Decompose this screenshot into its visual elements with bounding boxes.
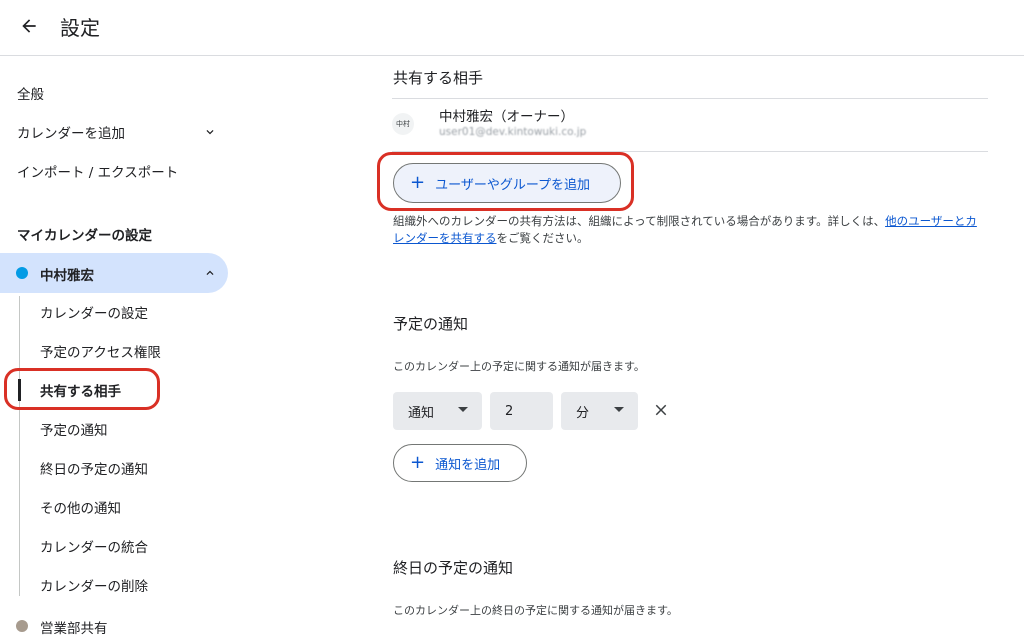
sidebar-item-import-export[interactable]: インポート / エクスポート	[17, 161, 178, 181]
add-user-label: ユーザーやグループを追加	[435, 177, 591, 193]
share-info-text: 組織外へのカレンダーの共有方法は、組織によって制限されている場合があります。詳し…	[393, 213, 988, 247]
event-notifications-title: 予定の通知	[393, 315, 469, 333]
calendar-name: 営業部共有	[40, 621, 108, 637]
chevron-down-icon[interactable]	[203, 125, 217, 139]
my-calendars-heading: マイカレンダーの設定	[17, 228, 152, 244]
notification-type-value: 通知	[408, 405, 435, 421]
active-indicator	[18, 379, 21, 401]
allday-notifications-title: 終日の予定の通知	[393, 559, 514, 577]
share-info-suffix: をご覧ください。	[496, 231, 589, 245]
calendar-name: 中村雅宏	[40, 268, 94, 284]
chevron-up-icon[interactable]	[203, 266, 217, 280]
add-user-or-group-button[interactable]: + ユーザーやグループを追加	[393, 163, 621, 203]
allday-notifications-description: このカレンダー上の終日の予定に関する通知が届きます。	[393, 604, 678, 617]
sidebar-sub-access-permissions[interactable]: 予定のアクセス権限	[40, 341, 161, 361]
notification-unit-value: 分	[576, 405, 590, 421]
dropdown-caret-icon	[458, 407, 468, 412]
divider	[392, 151, 988, 152]
tree-line	[19, 296, 20, 596]
close-icon[interactable]	[652, 401, 670, 419]
settings-sidebar: 全般 カレンダーを追加 インポート / エクスポート マイカレンダーの設定 中村…	[0, 57, 240, 640]
sidebar-item-general[interactable]: 全般	[17, 83, 44, 103]
member-name: 中村雅宏（オーナー）	[439, 109, 574, 125]
dropdown-caret-icon	[614, 407, 624, 412]
sidebar-sub-integrate-calendar[interactable]: カレンダーの統合	[40, 536, 148, 556]
member-email: user01@dev.kintowuki.co.jp	[439, 126, 587, 138]
plus-icon: +	[410, 452, 426, 473]
sidebar-sub-other-notifications[interactable]: その他の通知	[40, 497, 121, 517]
notification-amount-value: 2	[505, 403, 514, 419]
sidebar-calendar-nakamura[interactable]: 中村雅宏	[0, 253, 228, 293]
sidebar-sub-calendar-settings[interactable]: カレンダーの設定	[40, 302, 148, 322]
add-notification-label: 通知を追加	[435, 457, 501, 473]
settings-header: 設定	[0, 0, 1024, 56]
divider	[392, 98, 988, 99]
notification-unit-select[interactable]: 分	[561, 392, 638, 430]
sidebar-sub-allday-notifications[interactable]: 終日の予定の通知	[40, 458, 148, 478]
sidebar-item-add-calendar[interactable]: カレンダーを追加	[17, 122, 125, 142]
share-info-prefix: 組織外へのカレンダーの共有方法は、組織によって制限されている場合があります。詳し…	[393, 214, 886, 228]
sidebar-sub-delete-calendar[interactable]: カレンダーの削除	[40, 575, 148, 595]
calendar-color-dot	[16, 267, 28, 279]
arrow-back-icon	[22, 19, 36, 33]
share-section-title: 共有する相手	[393, 69, 484, 87]
sidebar-sub-event-notifications[interactable]: 予定の通知	[40, 419, 108, 439]
sidebar-sub-share-with[interactable]: 共有する相手	[40, 380, 121, 400]
avatar: 中村	[392, 113, 414, 135]
add-notification-button[interactable]: + 通知を追加	[393, 444, 527, 482]
sidebar-calendar-sales[interactable]: 営業部共有	[16, 617, 216, 637]
notification-amount-input[interactable]: 2	[490, 392, 553, 430]
back-button[interactable]	[14, 11, 44, 41]
notification-type-select[interactable]: 通知	[393, 392, 482, 430]
calendar-color-dot	[16, 620, 28, 632]
settings-main: 共有する相手 中村 中村雅宏（オーナー） user01@dev.kintowuk…	[380, 57, 1024, 640]
plus-icon: +	[410, 172, 426, 193]
page-title: 設定	[60, 16, 100, 40]
event-notifications-description: このカレンダー上の予定に関する通知が届きます。	[393, 360, 645, 373]
